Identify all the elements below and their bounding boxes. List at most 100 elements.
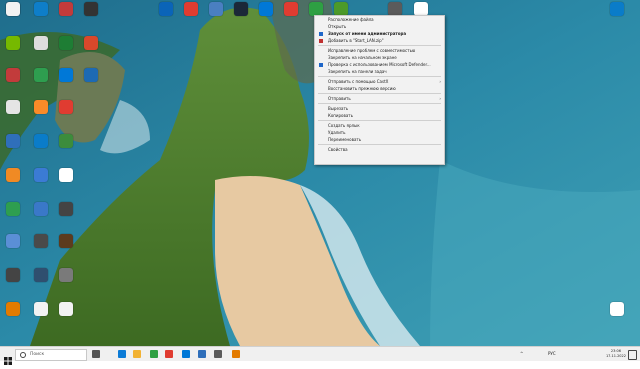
menu-item-label: Удалить <box>328 130 346 135</box>
app-icon <box>59 302 73 316</box>
app-icon <box>6 234 20 248</box>
desktop-icon[interactable] <box>2 2 24 17</box>
context-menu-item[interactable]: Закрепить на начальном экране <box>315 54 444 61</box>
context-menu-item[interactable]: Расположение файла <box>315 16 444 23</box>
app-icon <box>6 302 20 316</box>
desktop-icon[interactable] <box>30 2 52 17</box>
desktop-icon[interactable] <box>30 234 52 249</box>
app-icon <box>6 268 20 282</box>
desktop-icon[interactable] <box>30 100 52 115</box>
store-icon[interactable] <box>182 350 190 358</box>
desktop-icon[interactable] <box>30 302 52 317</box>
desktop-icon[interactable] <box>2 134 24 149</box>
edge-icon[interactable] <box>118 350 126 358</box>
desktop-icon[interactable] <box>606 302 628 317</box>
menu-separator <box>318 120 441 121</box>
desktop-icon[interactable] <box>55 68 77 83</box>
clock-date: 17.11.2022 <box>605 353 626 358</box>
desktop-icon[interactable] <box>30 168 52 183</box>
clock[interactable]: 23:06 17.11.2022 <box>606 349 626 358</box>
app-icon <box>59 202 73 216</box>
menu-item-label: Расположение файла <box>328 17 374 22</box>
app-icon <box>6 36 20 50</box>
app-icon <box>34 68 48 82</box>
desktop-icon[interactable] <box>2 36 24 51</box>
windows-logo-icon <box>4 357 12 365</box>
context-menu-item[interactable]: Открыть <box>315 23 444 30</box>
desktop-icon[interactable] <box>55 2 77 17</box>
desktop-icon[interactable] <box>2 302 24 317</box>
desktop-icon[interactable] <box>205 2 227 17</box>
desktop-icon[interactable] <box>55 100 77 115</box>
app-icon-2[interactable] <box>232 350 240 358</box>
desktop-icon[interactable] <box>2 68 24 83</box>
yandex-icon[interactable] <box>165 350 173 358</box>
context-menu-item[interactable]: Исправление проблем с совместимостью <box>315 47 444 54</box>
app-icon <box>234 2 248 16</box>
desktop-icon[interactable] <box>55 168 77 183</box>
search-placeholder: Поиск <box>30 352 45 357</box>
context-menu-item[interactable]: Запуск от имени администратора <box>315 30 444 37</box>
context-menu-item[interactable]: Восстановить прежнюю версию <box>315 85 444 92</box>
app-icon[interactable] <box>214 350 222 358</box>
context-menu-item[interactable]: Переименовать <box>315 136 444 143</box>
app-icon <box>84 2 98 16</box>
context-menu-item[interactable]: Отправить › <box>315 95 444 102</box>
start-button[interactable] <box>4 350 12 365</box>
context-menu-item[interactable]: Удалить <box>315 129 444 136</box>
desktop-icon[interactable] <box>80 2 102 17</box>
context-menu-item[interactable]: Закрепить на панели задач <box>315 68 444 75</box>
menu-item-label: Восстановить прежнюю версию <box>328 86 396 91</box>
desktop-icon[interactable] <box>30 36 52 51</box>
desktop-icon[interactable] <box>30 134 52 149</box>
desktop-icon[interactable] <box>255 2 277 17</box>
desktop-icon[interactable] <box>80 68 102 83</box>
task-view-icon[interactable] <box>92 350 100 358</box>
app-icon <box>59 268 73 282</box>
desktop-icon[interactable] <box>2 168 24 183</box>
desktop-icon[interactable] <box>2 100 24 115</box>
desktop-icon[interactable] <box>55 234 77 249</box>
context-menu-item[interactable]: Отправить с помощью CastX › <box>315 78 444 85</box>
shield-icon <box>319 32 323 36</box>
desktop-icon[interactable] <box>55 134 77 149</box>
app-icon <box>184 2 198 16</box>
app-icon <box>84 36 98 50</box>
desktop-icon[interactable] <box>30 268 52 283</box>
notification-center-icon[interactable] <box>628 350 637 360</box>
desktop-icon[interactable] <box>55 36 77 51</box>
menu-item-label: Закрепить на панели задач <box>328 69 387 74</box>
menu-item-label: Исправление проблем с совместимостью <box>328 48 416 53</box>
desktop-icon[interactable] <box>55 202 77 217</box>
context-menu-item[interactable]: Добавить в "Start_LAN.zip" <box>315 37 444 44</box>
menu-item-label: Свойства <box>328 147 348 152</box>
mail-icon[interactable] <box>198 350 206 358</box>
desktop-icon[interactable] <box>155 2 177 17</box>
menu-item-label: Отправить <box>328 96 351 101</box>
desktop-icon[interactable] <box>30 68 52 83</box>
desktop-icon[interactable] <box>2 268 24 283</box>
desktop-icon[interactable] <box>180 2 202 17</box>
chrome-icon[interactable] <box>150 350 158 358</box>
desktop-icon[interactable] <box>2 202 24 217</box>
taskbar-search-box[interactable]: Поиск <box>15 349 87 361</box>
desktop-icon[interactable] <box>230 2 252 17</box>
context-menu-item[interactable]: Создать ярлык <box>315 122 444 129</box>
desktop-icon[interactable] <box>55 268 77 283</box>
desktop-icon[interactable] <box>30 202 52 217</box>
desktop-icon[interactable] <box>55 302 77 317</box>
app-icon <box>610 2 624 16</box>
desktop-icon[interactable] <box>2 234 24 249</box>
language-indicator[interactable]: РУС <box>548 351 556 356</box>
desktop-icon[interactable] <box>80 36 102 51</box>
context-menu-item[interactable]: Свойства <box>315 146 444 153</box>
context-menu-item[interactable]: Проверка с использованием Microsoft Defe… <box>315 61 444 68</box>
context-menu-item[interactable]: Копировать <box>315 112 444 119</box>
app-icon <box>34 134 48 148</box>
tray-chevron-icon[interactable]: ^ <box>520 351 523 356</box>
desktop-icon[interactable] <box>280 2 302 17</box>
desktop-icon[interactable] <box>606 2 628 17</box>
context-menu-item[interactable]: Вырезать <box>315 105 444 112</box>
context-menu: Расположение файла Открыть Запуск от имени… <box>314 15 445 165</box>
explorer-icon[interactable] <box>133 350 141 358</box>
